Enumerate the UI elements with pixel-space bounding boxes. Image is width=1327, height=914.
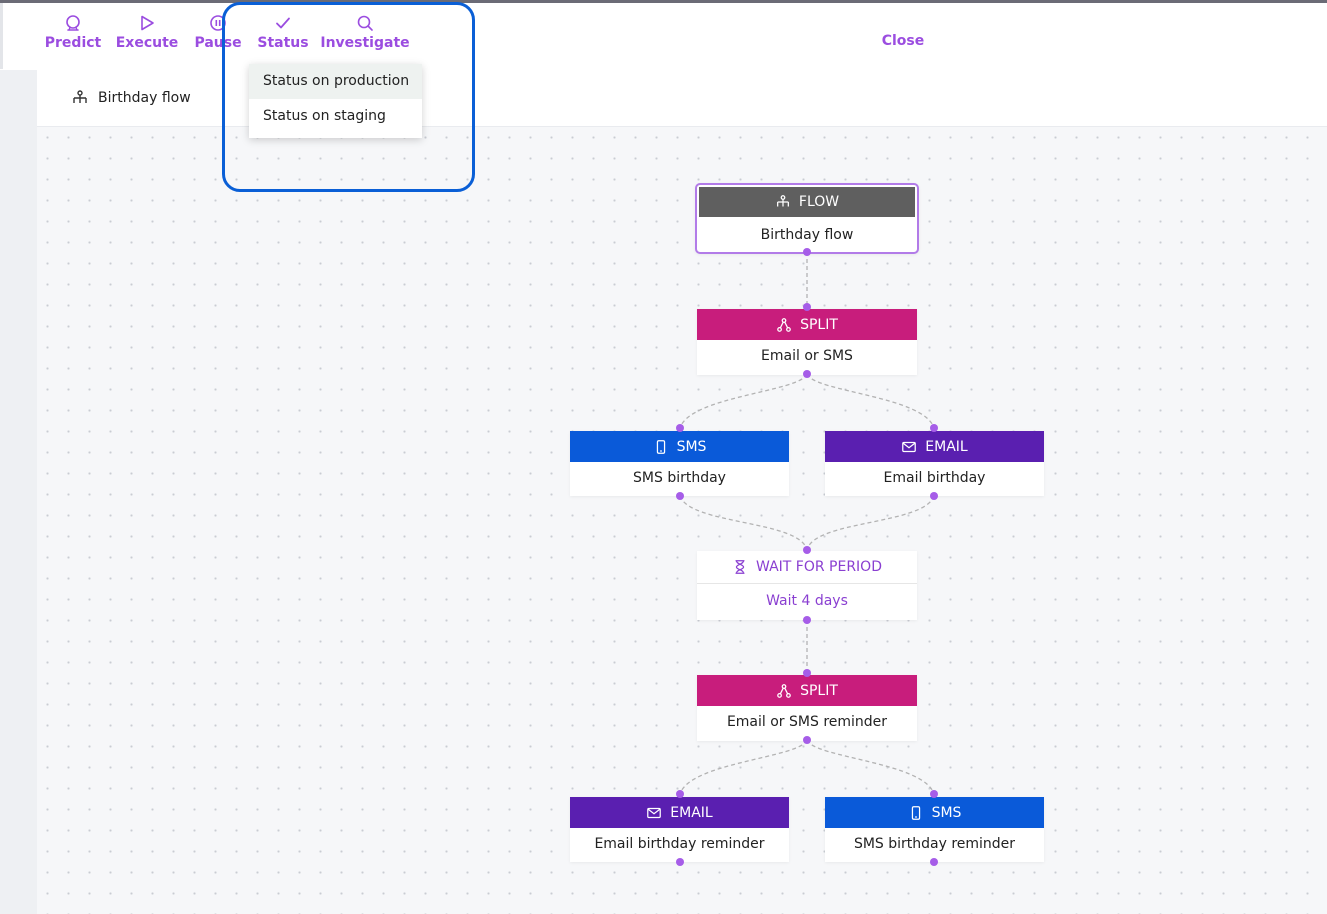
split-icon — [777, 683, 791, 698]
sms-node-label: SMS birthday — [633, 470, 726, 486]
investigate-button[interactable]: Investigate — [320, 14, 410, 60]
flow-output-port[interactable] — [803, 248, 811, 256]
breadcrumb[interactable]: Birthday flow — [71, 89, 191, 107]
crystal-ball-icon — [66, 15, 80, 31]
email-node-label: Email birthday reminder — [594, 836, 765, 852]
breadcrumb-bar: Birthday flow — [37, 72, 1327, 127]
checkmark-icon — [276, 17, 290, 29]
email-node-type: EMAIL — [925, 438, 968, 455]
sms1-input-port[interactable] — [676, 424, 684, 432]
wait-node-header: WAIT FOR PERIOD — [697, 551, 917, 584]
split-node-header: SPLIT — [697, 309, 917, 340]
envelope-icon — [647, 807, 662, 818]
sms-node-header: SMS — [825, 797, 1044, 828]
hourglass-icon — [735, 560, 745, 574]
split2-output-port[interactable] — [803, 736, 811, 744]
flow-node-type: FLOW — [798, 194, 840, 210]
sms-node-label: SMS birthday reminder — [853, 836, 1016, 852]
split1-input-port[interactable] — [803, 303, 811, 311]
split-node-label: Email or SMS reminder — [726, 714, 888, 730]
envelope-icon — [902, 441, 917, 452]
split-node-type: SPLIT — [800, 682, 838, 699]
email2-output-port[interactable] — [676, 858, 684, 866]
split-node-type: SPLIT — [800, 316, 838, 333]
email-node-header: EMAIL — [570, 797, 789, 828]
flow-node-label: Birthday flow — [760, 227, 854, 243]
status-button[interactable]: Status — [257, 14, 309, 60]
email-node-type: EMAIL — [670, 804, 713, 821]
sms-node-birthday[interactable]: SMS SMS birthday — [570, 431, 789, 496]
hierarchy-icon — [776, 195, 789, 207]
pause-label: Pause — [194, 35, 242, 51]
left-edge-tab — [0, 3, 3, 69]
sms-node-header: SMS — [570, 431, 789, 462]
email2-input-port[interactable] — [676, 790, 684, 798]
wait-node-type: WAIT FOR PERIOD — [756, 559, 882, 575]
split-node-reminder[interactable]: SPLIT Email or SMS reminder — [697, 675, 917, 741]
email-node-reminder[interactable]: EMAIL Email birthday reminder — [570, 797, 789, 862]
email1-output-port[interactable] — [930, 492, 938, 500]
menu-item-status-on-staging[interactable]: Status on staging — [249, 99, 422, 134]
left-sidebar-strip — [0, 70, 37, 914]
pause-button[interactable]: Pause — [194, 14, 242, 60]
email-node-header: EMAIL — [825, 431, 1044, 462]
wait-output-port[interactable] — [803, 616, 811, 624]
predict-button[interactable]: Predict — [44, 14, 102, 60]
wait-node[interactable]: WAIT FOR PERIOD Wait 4 days — [697, 551, 917, 620]
sms-node-type: SMS — [931, 804, 962, 821]
split-node-label: Email or SMS — [761, 348, 853, 364]
sms1-output-port[interactable] — [676, 492, 684, 500]
email-node-birthday[interactable]: EMAIL Email birthday — [825, 431, 1044, 496]
breadcrumb-label: Birthday flow — [98, 90, 191, 106]
split-node-email-or-sms[interactable]: SPLIT Email or SMS — [697, 309, 917, 375]
sms2-input-port[interactable] — [930, 790, 938, 798]
flow-node-header: FLOW — [699, 187, 915, 217]
email1-input-port[interactable] — [930, 424, 938, 432]
wait-node-label: Wait 4 days — [766, 593, 848, 609]
execute-button[interactable]: Execute — [115, 14, 179, 60]
email-node-label: Email birthday — [883, 470, 986, 486]
sms-node-type: SMS — [676, 438, 707, 455]
split-node-header: SPLIT — [697, 675, 917, 706]
window-top-border — [0, 0, 1327, 3]
flow-node[interactable]: FLOW Birthday flow — [695, 183, 919, 254]
status-dropdown-menu: Status on production Status on staging — [249, 64, 422, 138]
mobile-phone-icon — [911, 805, 920, 820]
sms2-output-port[interactable] — [930, 858, 938, 866]
split-icon — [777, 317, 791, 332]
status-label: Status — [257, 35, 309, 51]
hierarchy-icon — [73, 90, 87, 103]
predict-label: Predict — [44, 35, 102, 51]
split2-input-port[interactable] — [803, 669, 811, 677]
search-icon — [357, 15, 373, 31]
play-icon — [141, 15, 154, 31]
split1-output-port[interactable] — [803, 370, 811, 378]
sms-node-reminder[interactable]: SMS SMS birthday reminder — [825, 797, 1044, 862]
close-button[interactable]: Close — [868, 33, 938, 49]
investigate-label: Investigate — [320, 35, 410, 51]
menu-item-status-on-production[interactable]: Status on production — [249, 64, 422, 99]
wait-input-port[interactable] — [803, 546, 811, 554]
execute-label: Execute — [115, 35, 179, 51]
mobile-phone-icon — [656, 439, 665, 454]
pause-icon — [210, 15, 226, 31]
